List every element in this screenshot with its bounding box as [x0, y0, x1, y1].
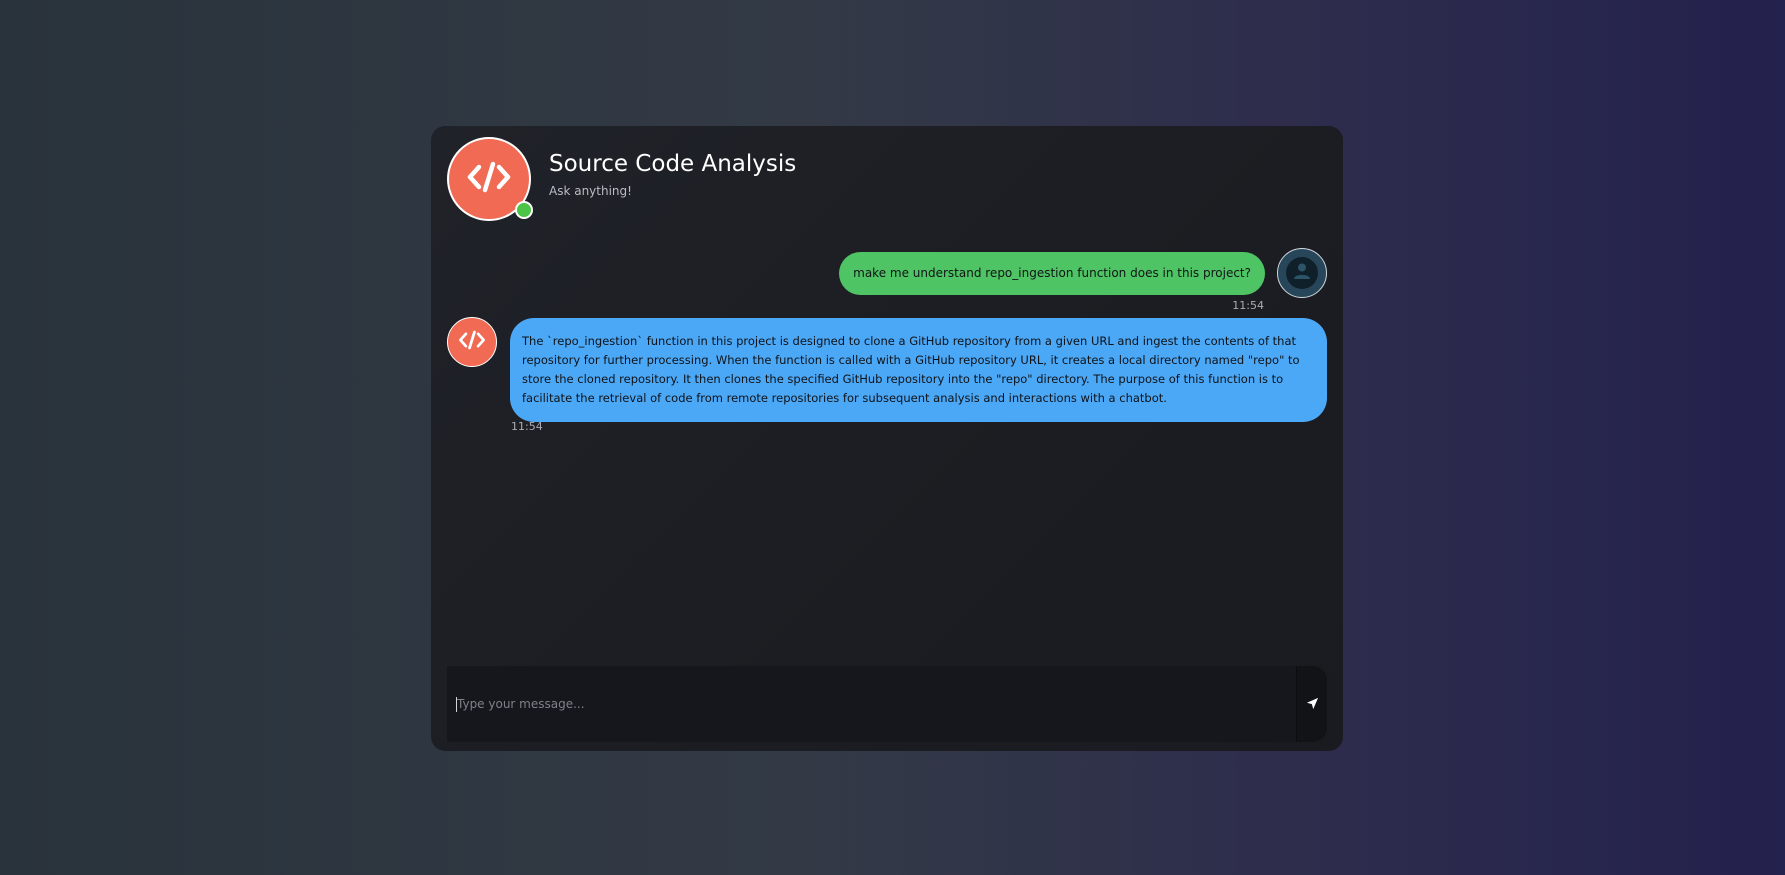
send-button[interactable] [1296, 666, 1327, 742]
bot-message-bubble: The `repo_ingestion` function in this pr… [510, 318, 1327, 422]
chat-title: Source Code Analysis [549, 151, 797, 177]
user-avatar [1277, 248, 1327, 298]
text-caret [456, 697, 457, 712]
brand-avatar [447, 137, 533, 221]
chat-window: Source Code Analysis Ask anything! make … [431, 126, 1343, 751]
user-icon [1292, 261, 1312, 285]
online-status-dot [515, 201, 533, 219]
bot-avatar [447, 317, 497, 367]
message-composer [447, 666, 1327, 742]
send-icon [1306, 695, 1319, 714]
message-input[interactable] [447, 666, 1296, 742]
bot-message-time: 11:54 [511, 420, 543, 433]
chat-header: Source Code Analysis Ask anything! [447, 137, 796, 221]
header-text: Source Code Analysis Ask anything! [549, 150, 796, 198]
user-message-time: 11:54 [1232, 299, 1264, 312]
user-message-bubble: make me understand repo_ingestion functi… [839, 252, 1265, 295]
code-icon [467, 159, 511, 199]
chat-subtitle: Ask anything! [549, 184, 632, 198]
code-icon [458, 329, 486, 355]
